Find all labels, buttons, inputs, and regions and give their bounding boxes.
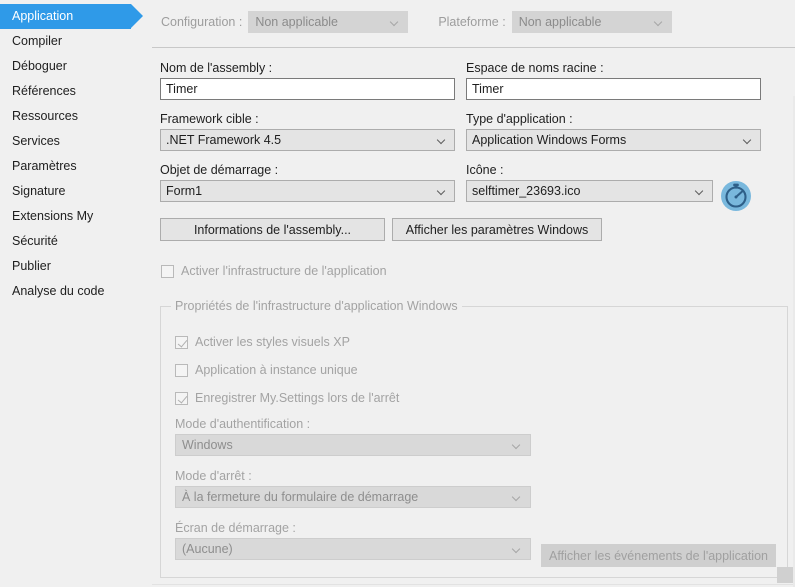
checkbox-checked-icon (175, 391, 188, 405)
single-instance-application-checkbox[interactable]: Application à instance unique (175, 363, 358, 377)
properties-sidebar: Application Compiler Déboguer Références… (0, 0, 152, 587)
field-application-type: Type d'application : Application Windows… (466, 112, 761, 151)
target-framework-label: Framework cible : (160, 112, 259, 126)
application-settings-panel: Configuration : Non applicable Plateform… (152, 0, 795, 587)
checkbox-box-icon (161, 264, 174, 278)
platform-dropdown[interactable]: Non applicable (511, 11, 672, 33)
project-properties-window: Application Compiler Déboguer Références… (0, 0, 795, 587)
icon-value: selftimer_23693.ico (472, 184, 581, 198)
sidebar-item-label: Signature (12, 184, 66, 198)
configuration-bar: Configuration : Non applicable Plateform… (152, 0, 795, 38)
application-type-dropdown[interactable]: Application Windows Forms (466, 129, 761, 151)
field-target-framework: Framework cible : .NET Framework 4.5 (160, 112, 455, 151)
authentication-mode-value: Windows (182, 438, 233, 452)
startup-object-value: Form1 (166, 184, 203, 198)
enable-application-framework-checkbox[interactable]: Activer l'infrastructure de l'applicatio… (161, 264, 387, 278)
shutdown-mode-label: Mode d'arrêt : (175, 469, 252, 483)
sidebar-item-resources[interactable]: Ressources (0, 104, 152, 129)
field-startup-object: Objet de démarrage : Form1 (160, 163, 455, 202)
settings-content: Nom de l'assembly : Espace de noms racin… (152, 48, 795, 587)
sidebar-item-settings[interactable]: Paramètres (0, 154, 152, 179)
splash-screen-label: Écran de démarrage : (175, 521, 296, 535)
chevron-down-icon (696, 188, 705, 197)
field-authentication-mode: Mode d'authentification : Windows (175, 417, 531, 456)
sidebar-item-publish[interactable]: Publier (0, 254, 152, 279)
windows-application-framework-properties-group: Propriétés de l'infrastructure d'applica… (160, 299, 788, 578)
sidebar-item-label: Application (12, 9, 74, 23)
sidebar-item-label: Extensions My (12, 209, 94, 223)
view-windows-settings-button[interactable]: Afficher les paramètres Windows (392, 218, 602, 241)
view-application-events-button[interactable]: Afficher les événements de l'application (541, 544, 776, 567)
enable-xp-visual-styles-checkbox[interactable]: Activer les styles visuels XP (175, 335, 350, 349)
icon-label: Icône : (466, 163, 504, 177)
assembly-information-button[interactable]: Informations de l'assembly... (160, 218, 385, 241)
sidebar-item-services[interactable]: Services (0, 129, 152, 154)
chevron-down-icon (438, 188, 447, 197)
platform-value: Non applicable (518, 15, 602, 29)
save-my-settings-on-shutdown-checkbox[interactable]: Enregistrer My.Settings lors de l'arrêt (175, 391, 399, 405)
target-framework-dropdown[interactable]: .NET Framework 4.5 (160, 129, 455, 151)
enable-xp-visual-styles-label: Activer les styles visuels XP (195, 335, 350, 349)
target-framework-value: .NET Framework 4.5 (166, 133, 282, 147)
content-bottom-border (152, 584, 795, 585)
authentication-mode-dropdown[interactable]: Windows (175, 434, 531, 456)
chevron-down-icon (655, 19, 664, 28)
sidebar-item-references[interactable]: Références (0, 79, 152, 104)
field-root-namespace: Espace de noms racine : (466, 61, 761, 100)
sidebar-item-label: Publier (12, 259, 51, 273)
splash-screen-value: (Aucune) (182, 542, 233, 556)
configuration-label: Configuration : (161, 15, 243, 29)
sidebar-item-debug[interactable]: Déboguer (0, 54, 152, 79)
field-splash-screen: Écran de démarrage : (Aucune) (175, 521, 531, 560)
application-type-value: Application Windows Forms (472, 133, 627, 147)
startup-object-dropdown[interactable]: Form1 (160, 180, 455, 202)
sidebar-item-label: Services (12, 134, 60, 148)
chevron-down-icon (513, 546, 522, 555)
startup-object-label: Objet de démarrage : (160, 163, 279, 177)
configuration-dropdown[interactable]: Non applicable (248, 11, 409, 33)
groupbox-title: Propriétés de l'infrastructure d'applica… (171, 299, 462, 313)
chevron-down-icon (438, 137, 447, 146)
chevron-down-icon (744, 137, 753, 146)
shutdown-mode-value: À la fermeture du formulaire de démarrag… (182, 490, 419, 504)
sidebar-item-security[interactable]: Sécurité (0, 229, 152, 254)
sidebar-item-label: Compiler (12, 34, 63, 48)
splash-screen-dropdown[interactable]: (Aucune) (175, 538, 531, 560)
sidebar-item-application[interactable]: Application (0, 4, 143, 29)
sidebar-item-label: Analyse du code (12, 284, 105, 298)
sidebar-item-label: Ressources (12, 109, 78, 123)
enable-application-framework-label: Activer l'infrastructure de l'applicatio… (181, 264, 387, 278)
checkbox-checked-icon (175, 335, 188, 349)
root-namespace-label: Espace de noms racine : (466, 61, 604, 75)
shutdown-mode-dropdown[interactable]: À la fermeture du formulaire de démarrag… (175, 486, 531, 508)
chevron-down-icon (513, 442, 522, 451)
assembly-name-input[interactable] (160, 78, 455, 100)
save-my-settings-on-shutdown-label: Enregistrer My.Settings lors de l'arrêt (195, 391, 400, 405)
sidebar-item-my-extensions[interactable]: Extensions My (0, 204, 152, 229)
stopwatch-icon (720, 180, 752, 212)
platform-label: Plateforme : (438, 15, 506, 29)
checkbox-box-icon (175, 363, 188, 377)
configuration-value: Non applicable (255, 15, 339, 29)
sidebar-item-label: Sécurité (12, 234, 58, 248)
sidebar-item-label: Paramètres (12, 159, 77, 173)
chevron-down-icon (391, 19, 400, 28)
root-namespace-input[interactable] (466, 78, 761, 100)
authentication-mode-label: Mode d'authentification : (175, 417, 311, 431)
scrollbar-corner[interactable] (777, 567, 793, 583)
sidebar-item-compiler[interactable]: Compiler (0, 29, 152, 54)
single-instance-application-label: Application à instance unique (195, 363, 358, 377)
sidebar-item-code-analysis[interactable]: Analyse du code (0, 279, 152, 304)
assembly-name-label: Nom de l'assembly : (160, 61, 273, 75)
field-shutdown-mode: Mode d'arrêt : À la fermeture du formula… (175, 469, 531, 508)
field-assembly-name: Nom de l'assembly : (160, 61, 455, 100)
sidebar-item-label: Références (12, 84, 76, 98)
chevron-down-icon (513, 494, 522, 503)
application-type-label: Type d'application : (466, 112, 573, 126)
sidebar-item-label: Déboguer (12, 59, 67, 73)
icon-dropdown[interactable]: selftimer_23693.ico (466, 180, 713, 202)
field-icon: Icône : selftimer_23693.ico (466, 163, 713, 202)
sidebar-item-signing[interactable]: Signature (0, 179, 152, 204)
